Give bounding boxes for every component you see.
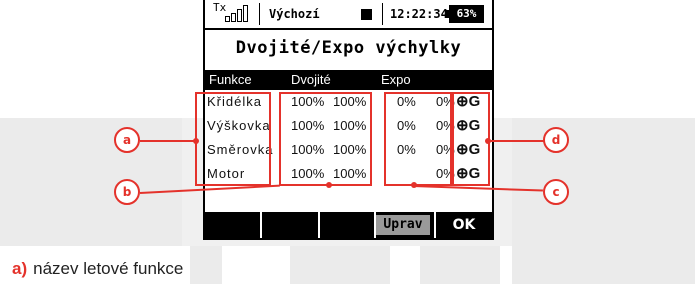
- legend-caption: a) název letové funkce: [12, 259, 183, 279]
- header-function: Funkce: [209, 72, 252, 87]
- divider: [382, 3, 383, 25]
- model-name[interactable]: Výchozí: [269, 0, 320, 28]
- callout-badge-c: c: [543, 179, 569, 205]
- leader-dot-a: [193, 138, 199, 144]
- caption-text: název letové funkce: [33, 259, 184, 278]
- ok-button[interactable]: OK: [439, 215, 489, 235]
- stop-icon: [361, 9, 372, 20]
- leader-dot-c: [411, 182, 417, 188]
- divider: [259, 3, 260, 25]
- column-header: Funkce Dvojité Expo: [203, 70, 494, 90]
- callout-badge-b: b: [114, 179, 140, 205]
- battery-level: 63%: [456, 7, 477, 20]
- signal-indicator: Tx: [213, 0, 258, 28]
- page-title: Dvojité/Expo výchylky: [235, 38, 462, 58]
- background-block: [190, 246, 222, 284]
- header-expo: Expo: [381, 72, 411, 87]
- header-dual: Dvojité: [291, 72, 331, 87]
- background-block: [290, 246, 390, 284]
- status-bar: Tx Výchozí 12:22:34 63%: [205, 0, 492, 30]
- edit-button[interactable]: Uprav: [376, 215, 430, 235]
- callout-box-a: [195, 92, 271, 186]
- battery-indicator: 63%: [445, 5, 484, 23]
- softkey-bar: Uprav OK: [203, 212, 494, 238]
- leader-line-d: [488, 140, 544, 142]
- leader-line-a: [140, 140, 198, 142]
- callout-box-c: [384, 92, 452, 186]
- divider: [318, 212, 320, 238]
- background-block: [512, 246, 695, 284]
- divider: [434, 212, 436, 238]
- caption-label: a): [12, 259, 28, 278]
- battery-icon: [445, 10, 449, 18]
- callout-badge-a: a: [114, 127, 140, 153]
- divider: [260, 212, 262, 238]
- leader-dot-d: [485, 138, 491, 144]
- callout-badge-d: d: [543, 127, 569, 153]
- background-block: [512, 118, 695, 246]
- leader-dot-b: [326, 182, 332, 188]
- background-block: [420, 246, 500, 284]
- background-block: [0, 118, 182, 246]
- callout-box-b: [279, 92, 372, 186]
- clock: 12:22:34: [390, 7, 448, 21]
